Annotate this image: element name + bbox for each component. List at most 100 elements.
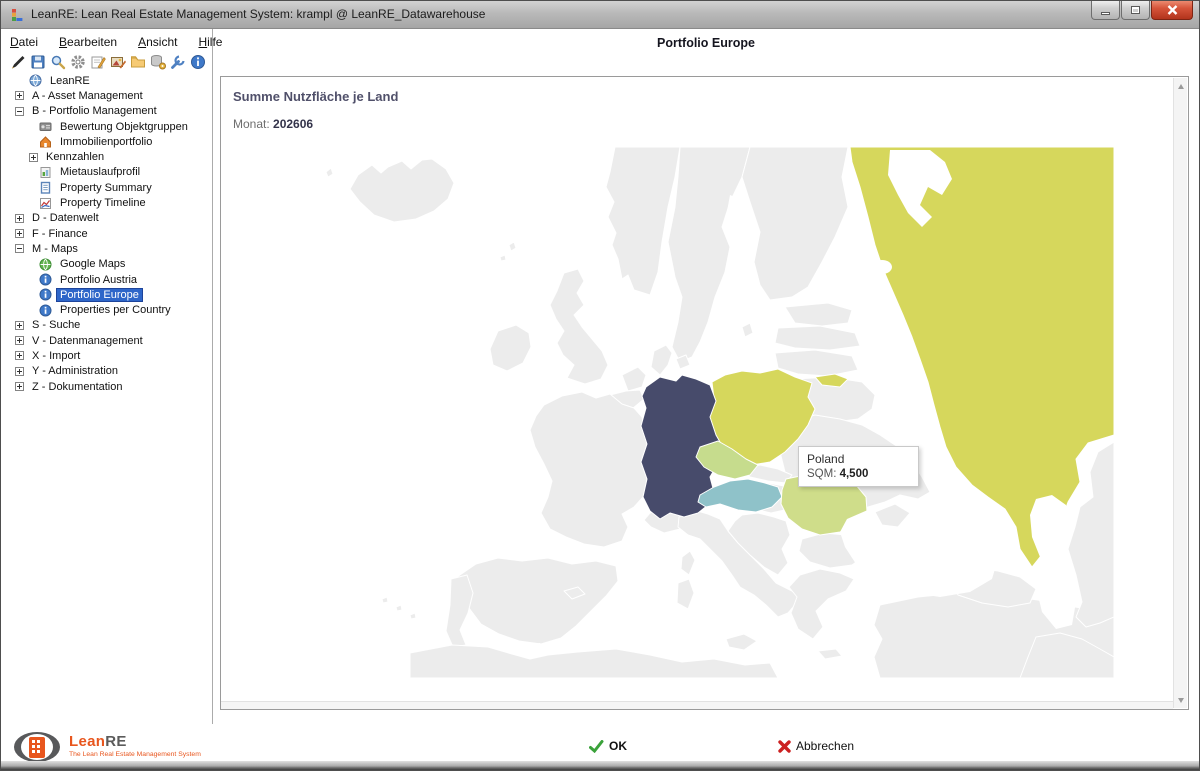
info-blue-icon: [39, 304, 52, 317]
month-value: 202606: [273, 117, 313, 131]
expand-icon[interactable]: [29, 153, 38, 162]
close-button[interactable]: [1151, 1, 1193, 20]
tree-item-leanre[interactable]: LeanRE: [1, 73, 211, 88]
tree-item-label: Property Summary: [56, 181, 156, 195]
panel-vertical-scrollbar[interactable]: [1173, 78, 1187, 708]
tree-item-label: Y - Administration: [28, 364, 122, 378]
expand-icon[interactable]: [15, 336, 24, 345]
image-edit-icon[interactable]: [109, 53, 126, 70]
wrench-icon[interactable]: [169, 53, 186, 70]
tree-item-label: V - Datenmanagement: [28, 334, 147, 348]
tree-item-label: A - Asset Management: [28, 89, 147, 103]
edit-note-icon[interactable]: [89, 53, 106, 70]
expand-icon[interactable]: [15, 321, 24, 330]
tree-item-d-datenwelt[interactable]: D - Datenwelt: [1, 211, 211, 226]
map-tooltip: Poland SQM: 4,500: [798, 446, 919, 487]
tree-item-label: Property Timeline: [56, 196, 150, 210]
expand-icon[interactable]: [15, 91, 24, 100]
menu-datei[interactable]: Datei: [7, 33, 41, 51]
navigation-tree: LeanREA - Asset ManagementB - Portfolio …: [1, 73, 211, 394]
search-icon[interactable]: [49, 53, 66, 70]
tree-item-portfolio-europe[interactable]: Portfolio Europe: [1, 287, 211, 302]
tree-item-b-portfolio-management[interactable]: B - Portfolio Management: [1, 104, 211, 119]
tree-item-portfolio-austria[interactable]: Portfolio Austria: [1, 272, 211, 287]
tree-item-label: M - Maps: [28, 242, 82, 256]
info-icon[interactable]: [189, 53, 206, 70]
tree-item-google-maps[interactable]: Google Maps: [1, 257, 211, 272]
tree-item-label: Kennzahlen: [42, 150, 108, 164]
tooltip-value: 4,500: [840, 468, 869, 480]
europe-map: Poland SQM: 4,500 1,400 111,065.68: [230, 147, 1114, 678]
cancel-button[interactable]: Abbrechen: [778, 739, 854, 753]
app-logo-icon: [9, 7, 25, 23]
tree-item-v-datenmanagement[interactable]: V - Datenmanagement: [1, 333, 211, 348]
ok-button[interactable]: OK: [589, 739, 627, 753]
tree-item-label: D - Datenwelt: [28, 211, 103, 225]
save-icon[interactable]: [29, 53, 46, 70]
window-content: Datei Bearbeiten Ansicht Hilfe LeanREA -…: [1, 29, 1199, 761]
title-bar: LeanRE: Lean Real Estate Management Syst…: [1, 1, 1199, 29]
tree-item-y-administration[interactable]: Y - Administration: [1, 364, 211, 379]
x-icon: [778, 740, 791, 753]
scroll-up-icon[interactable]: [1174, 79, 1187, 93]
settings-icon[interactable]: [69, 53, 86, 70]
logo-text-lean: Lean: [69, 733, 105, 750]
expand-icon[interactable]: [15, 214, 24, 223]
tree-item-label: F - Finance: [28, 227, 92, 241]
panel-horizontal-scrollbar[interactable]: [221, 701, 1173, 709]
tree-item-label: B - Portfolio Management: [28, 104, 161, 118]
lake-ladoga: [872, 260, 892, 274]
tree-item-label: Immobilienportfolio: [56, 135, 156, 149]
collapse-icon[interactable]: [15, 107, 24, 116]
report-panel: Summe Nutzfläche je Land Monat: 202606: [220, 76, 1189, 710]
expand-icon[interactable]: [15, 229, 24, 238]
chart-gray-icon: [39, 120, 52, 133]
expand-icon[interactable]: [15, 351, 24, 360]
menu-bearbeiten[interactable]: Bearbeiten: [56, 33, 120, 51]
window-title: LeanRE: Lean Real Estate Management Syst…: [31, 7, 485, 21]
scroll-down-icon[interactable]: [1174, 693, 1187, 707]
tree-item-label: S - Suche: [28, 318, 84, 332]
tree-item-kennzahlen[interactable]: Kennzahlen: [1, 149, 211, 164]
tree-item-a-asset-management[interactable]: A - Asset Management: [1, 88, 211, 103]
logo-text-re: RE: [105, 733, 126, 750]
minimize-button[interactable]: [1091, 1, 1120, 20]
maximize-button[interactable]: [1121, 1, 1150, 20]
pen-icon[interactable]: [9, 53, 26, 70]
tree-item-label: Mietauslaufprofil: [56, 165, 144, 179]
expand-icon[interactable]: [15, 367, 24, 376]
house-icon: [39, 135, 52, 148]
tree-item-bewertung-objektgruppen[interactable]: Bewertung Objektgruppen: [1, 119, 211, 134]
tree-item-label: Portfolio Austria: [56, 273, 141, 287]
tree-item-property-summary[interactable]: Property Summary: [1, 180, 211, 195]
folder-icon[interactable]: [129, 53, 146, 70]
tree-item-properties-per-country[interactable]: Properties per Country: [1, 302, 211, 317]
toolbar: [9, 53, 206, 70]
tree-item-label: Bewertung Objektgruppen: [56, 120, 192, 134]
expand-icon[interactable]: [15, 382, 24, 391]
globe-green-icon: [39, 258, 52, 271]
check-icon: [589, 740, 604, 753]
tree-item-x-import[interactable]: X - Import: [1, 348, 211, 363]
tooltip-country: Poland: [807, 452, 910, 466]
page-title: Portfolio Europe: [213, 36, 1199, 50]
map-heading: Summe Nutzfläche je Land: [233, 89, 398, 104]
tree-item-label: Z - Dokumentation: [28, 380, 126, 394]
menu-ansicht[interactable]: Ansicht: [135, 33, 180, 51]
tree-item-m-maps[interactable]: M - Maps: [1, 241, 211, 256]
tree-item-z-dokumentation[interactable]: Z - Dokumentation: [1, 379, 211, 394]
info-blue-icon: [39, 273, 52, 286]
tree-item-f-finance[interactable]: F - Finance: [1, 226, 211, 241]
tree-item-immobilienportfolio[interactable]: Immobilienportfolio: [1, 134, 211, 149]
panel-splitter[interactable]: [212, 29, 213, 724]
window-bottom-edge: [1, 761, 1199, 770]
info-blue-icon: [39, 288, 52, 301]
tree-item-property-timeline[interactable]: Property Timeline: [1, 195, 211, 210]
collapse-icon[interactable]: [15, 244, 24, 253]
tree-item-s-suche[interactable]: S - Suche: [1, 318, 211, 333]
logo-tagline: The Lean Real Estate Management System: [69, 751, 201, 758]
tree-item-mietauslaufprofil[interactable]: Mietauslaufprofil: [1, 165, 211, 180]
tree-item-label: Properties per Country: [56, 303, 175, 317]
chart-green-icon: [39, 166, 52, 179]
database-export-icon[interactable]: [149, 53, 166, 70]
